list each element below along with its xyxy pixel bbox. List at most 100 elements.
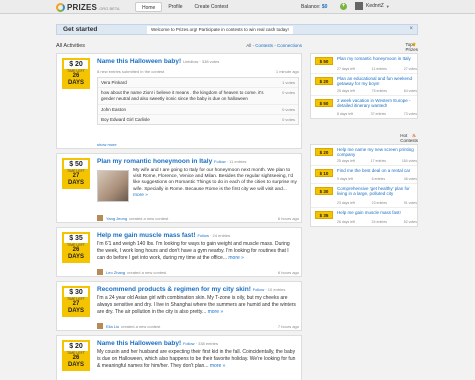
nav-create-contest[interactable]: Create Contest (189, 2, 235, 12)
list-item[interactable]: Vera Pinkard 1 votes (98, 78, 298, 88)
chevron-down-icon[interactable]: ▼ (386, 4, 390, 9)
entry-votes: 0 votes (282, 90, 295, 95)
days-left: 26 DAYS (64, 247, 88, 261)
contest-description: I'm 6'1 and weigh 140 lbs. I'm looking f… (97, 241, 290, 261)
balance-label: Balance: (301, 4, 321, 10)
contest-link[interactable]: Plan my romantic honeymoon in Italy (337, 56, 417, 61)
nav-home[interactable]: Home (135, 2, 163, 12)
entry-votes: 0 votes (282, 117, 295, 122)
get-started-banner: Get started Welcome to Prizes.org! Parti… (56, 24, 418, 35)
prize-amount: $ 20 (69, 343, 83, 350)
contest-link[interactable]: Plan an educational and fun weekend geta… (337, 76, 417, 86)
contest-meta: Follow · 10 entries (252, 287, 286, 292)
contest-meta: Follow · 24 entries (197, 233, 231, 238)
contest-stats: 26 days left 24 entries 52 votes (337, 220, 417, 224)
prize-amount: $ 20 (315, 77, 333, 85)
logo-text: PRIZES (67, 2, 98, 12)
avatar[interactable] (97, 215, 103, 221)
list-item[interactable]: how about the name Zion! i believe it me… (98, 88, 298, 105)
filter-contests[interactable]: Contests (255, 43, 273, 48)
contest-card: $ 35 TIME LEFT 26 DAYS Help me gain musc… (56, 227, 302, 277)
contest-meta: Unfollow · 338 votes (182, 59, 220, 64)
contest-meta: Follow · 338 entries (182, 341, 218, 346)
contest-title[interactable]: Name this Halloween baby! Follow · 338 e… (97, 340, 218, 347)
user-menu[interactable]: KednrtZ ▼ (355, 2, 390, 10)
entries-list: Vera Pinkard 1 votes how about the name … (97, 77, 299, 125)
contest-title[interactable]: Recommend products & regimen for my city… (97, 286, 285, 293)
contest-card: $ 50 TIME LEFT 27 DAYS Plan my romantic … (56, 153, 302, 223)
logo-icon (56, 2, 65, 12)
contest-stats: 9 days left 6 entries 46 votes (337, 177, 417, 181)
timestamp: 6 hours ago (277, 215, 299, 221)
prize-amount: $ 30 (315, 187, 333, 195)
list-item[interactable]: John Easton 0 votes (98, 105, 298, 115)
top-prizes-title: ♛ Top Prizes (405, 42, 419, 52)
filter-connections[interactable]: Connections (277, 43, 302, 48)
top-bar: PRIZES .ORG BETA Home Profile Create Con… (0, 0, 475, 14)
contest-description: I'm a 24 year old Asian girl with combin… (97, 295, 296, 315)
follow-link[interactable]: Follow (197, 233, 209, 238)
more-link[interactable]: more » (228, 255, 244, 261)
list-item[interactable]: $ 30 Comprehensive 'get healthy' plan fo… (311, 184, 417, 208)
follow-link[interactable]: Follow (253, 287, 265, 292)
username: KednrtZ (366, 3, 384, 9)
more-link[interactable]: more » (133, 193, 148, 198)
activity-text: 8 new entries submitted in the contest (97, 69, 165, 74)
list-item[interactable]: $ 20 Plan an educational and fun weekend… (311, 74, 417, 96)
contest-stats: 25 days left 17 entries 184 votes (337, 159, 417, 163)
follow-link[interactable]: Follow (214, 159, 226, 164)
user-link[interactable]: Ella Liu (106, 324, 119, 329)
contest-link[interactable]: Help me gain muscle mass fast! (337, 210, 417, 215)
contest-card: $ 20 TIME LEFT 26 DAYS Name this Hallowe… (56, 53, 302, 149)
avatar[interactable] (97, 269, 103, 275)
logo[interactable]: PRIZES .ORG BETA (56, 2, 120, 12)
list-item[interactable]: $ 20 Help me name my new screen printing… (311, 145, 417, 166)
contest-link[interactable]: Comprehensive 'get healthy' plan for liv… (337, 186, 417, 196)
activity-line: 8 new entries submitted in the contest 1… (97, 69, 299, 74)
get-started-title: Get started (63, 26, 98, 33)
nav-profile[interactable]: Profile (162, 2, 188, 12)
prize-amount: $ 20 (69, 61, 83, 68)
user-link[interactable]: Leo Zhang (106, 270, 125, 275)
avatar[interactable] (97, 323, 103, 329)
user-link[interactable]: Yang Jeong (106, 216, 127, 221)
contest-title[interactable]: Help me gain muscle mass fast! Follow · … (97, 232, 230, 239)
days-left: 26 DAYS (64, 355, 88, 369)
contest-link[interactable]: 2 week vacation in Western Europe - deta… (337, 98, 417, 108)
activity-line: Leo Zhang created a new contest 6 hours … (97, 269, 299, 275)
entry-text: John Easton (101, 107, 127, 112)
timestamp: 6 hours ago (277, 269, 299, 275)
list-item[interactable]: $ 50 Plan my romantic honeymoon in Italy… (311, 54, 417, 74)
activity-text: created a new contest (127, 269, 167, 275)
contest-title[interactable]: Name this Halloween baby! Unfollow · 338… (97, 58, 219, 65)
activity-line: Ella Liu created a new contest 7 hours a… (97, 323, 299, 329)
prize-badge: $ 35 TIME LEFT 26 DAYS (62, 232, 90, 263)
list-item[interactable]: $ 50 2 week vacation in Western Europe -… (311, 96, 417, 118)
contest-link[interactable]: Find me the best deal on a rental car (337, 168, 417, 173)
list-item[interactable]: $ 10 Find me the best deal on a rental c… (311, 166, 417, 184)
activity-feed: $ 20 TIME LEFT 26 DAYS Name this Hallowe… (56, 53, 302, 380)
welcome-message: Welcome to Prizes.org! Participate in co… (147, 26, 293, 34)
list-item[interactable]: $ 35 Help me gain muscle mass fast! 26 d… (311, 208, 417, 226)
more-link[interactable]: more » (208, 309, 224, 315)
more-link[interactable]: more » (210, 363, 226, 369)
balance-value[interactable]: $0 (322, 4, 328, 10)
activities-header: All Activities All - Contests - Connecti… (56, 41, 302, 51)
add-funds-icon[interactable]: + (340, 3, 347, 10)
close-icon[interactable]: × (409, 26, 413, 32)
contest-stats: 23 days left 23 entries 91 votes (337, 201, 417, 205)
entry-text: Vera Pinkard (101, 80, 127, 85)
contest-title[interactable]: Plan my romantic honeymoon in Italy Foll… (97, 158, 246, 165)
contest-stats: 8 days left 37 entries 73 votes (337, 112, 417, 116)
contest-link[interactable]: Help me name my new screen printing comp… (337, 147, 417, 157)
contest-description: My wife and I are going to Italy for our… (133, 168, 297, 198)
follow-link[interactable]: Follow (183, 341, 195, 346)
days-left: 26 DAYS (64, 73, 88, 87)
contest-photo[interactable] (97, 170, 129, 202)
prize-amount: $ 35 (69, 235, 83, 242)
list-item[interactable]: Boy Edward Girl Carlisle 0 votes (98, 115, 298, 124)
contest-card: $ 30 TIME LEFT 27 DAYS Recommend product… (56, 281, 302, 331)
contest-card: $ 20 TIME LEFT 26 DAYS Name this Hallowe… (56, 335, 302, 380)
prize-amount: $ 50 (315, 99, 333, 107)
show-more-link[interactable]: show more (97, 142, 117, 147)
